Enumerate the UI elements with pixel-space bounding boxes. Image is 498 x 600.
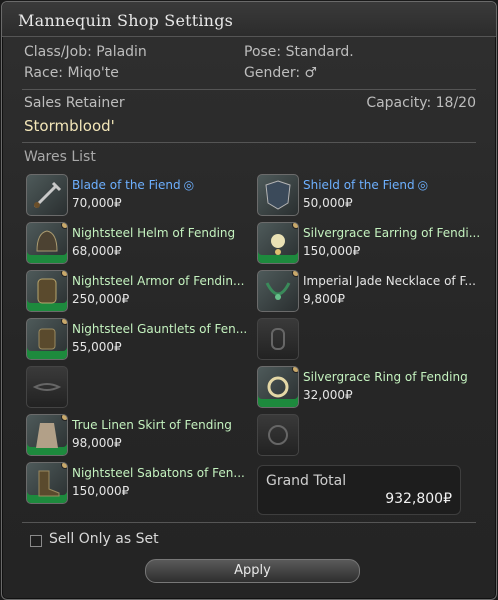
ware-slot[interactable]: Nightsteel Gauntlets of Fen... 55,000₽	[26, 318, 248, 362]
status-dot-icon	[292, 367, 298, 373]
ware-slot[interactable]: True Linen Skirt of Fending 98,000₽	[26, 414, 246, 458]
item-price: 32,000₽	[303, 388, 353, 402]
ring-icon[interactable]	[257, 366, 299, 408]
item-price: 98,000₽	[72, 436, 122, 450]
item-name: Nightsteel Gauntlets of Fen...	[72, 322, 248, 336]
ware-slot[interactable]: Shield of the Fiend ◎ 50,000₽	[257, 174, 477, 218]
wares-list-label: Wares List	[24, 149, 96, 165]
item-name: Silvergrace Earring of Fendi...	[303, 226, 481, 240]
status-dot-icon	[61, 319, 67, 325]
item-name: True Linen Skirt of Fending	[72, 418, 232, 432]
status-dot-icon	[61, 415, 67, 421]
sabatons-icon[interactable]	[26, 462, 68, 504]
armor-icon[interactable]	[26, 270, 68, 312]
item-price: 70,000₽	[72, 196, 122, 210]
mannequin-shop-window: Mannequin Shop Settings Class/Job: Palad…	[1, 1, 497, 600]
window-title: Mannequin Shop Settings	[18, 11, 234, 30]
status-dot-icon	[61, 463, 67, 469]
item-name: Imperial Jade Necklace of F...	[303, 274, 476, 288]
sword-icon[interactable]	[26, 174, 68, 216]
hq-icon: ◎	[183, 178, 195, 192]
item-price: 55,000₽	[72, 340, 122, 354]
gauntlet-icon[interactable]	[26, 318, 68, 360]
apply-button[interactable]: Apply	[145, 559, 360, 583]
item-price: 9,800₽	[303, 292, 345, 306]
hq-icon: ◎	[417, 178, 429, 192]
sales-retainer-label: Sales Retainer	[24, 95, 125, 111]
sell-only-as-set-checkbox[interactable]	[30, 535, 42, 547]
earring-icon[interactable]	[257, 222, 299, 264]
grand-total-box: Grand Total 932,800₽	[257, 465, 461, 515]
sell-only-as-set-label[interactable]: Sell Only as Set	[49, 531, 159, 547]
helm-icon[interactable]	[26, 222, 68, 264]
race-label: Race: Miqo'te	[24, 65, 119, 81]
item-name: Nightsteel Helm of Fending	[72, 226, 236, 240]
retainer-name: Stormblood'	[24, 117, 115, 135]
ware-slot[interactable]	[26, 366, 246, 410]
item-price: 150,000₽	[303, 244, 361, 258]
ware-slot[interactable]: Blade of the Fiend ◎ 70,000₽	[26, 174, 246, 218]
item-name: Silvergrace Ring of Fending	[303, 370, 468, 384]
item-price: 68,000₽	[72, 244, 122, 258]
item-price: 50,000₽	[303, 196, 353, 210]
ware-slot[interactable]: Nightsteel Helm of Fending 68,000₽	[26, 222, 246, 266]
item-price: 150,000₽	[72, 484, 130, 498]
capacity-label: Capacity: 18/20	[366, 95, 476, 111]
ware-slot[interactable]: Imperial Jade Necklace of F... 9,800₽	[257, 270, 477, 314]
item-name: Shield of the Fiend ◎	[303, 178, 429, 192]
status-dot-icon	[292, 271, 298, 277]
ware-slot[interactable]: Silvergrace Earring of Fendi... 150,000₽	[257, 222, 481, 266]
divider	[22, 142, 476, 143]
divider	[22, 522, 476, 523]
status-dot-icon	[61, 223, 67, 229]
grand-total-value: 932,800₽	[385, 491, 452, 507]
shield-icon[interactable]	[257, 174, 299, 216]
pose-label: Pose: Standard.	[244, 44, 354, 60]
status-dot-icon	[292, 223, 298, 229]
divider	[22, 89, 476, 90]
item-name: Blade of the Fiend ◎	[72, 178, 195, 192]
belt-slot-icon[interactable]	[26, 366, 68, 408]
item-price: 250,000₽	[72, 292, 130, 306]
skirt-icon[interactable]	[26, 414, 68, 456]
status-dot-icon	[61, 271, 67, 277]
ware-slot[interactable]: Nightsteel Armor of Fendin... 250,000₽	[26, 270, 246, 314]
ware-slot[interactable]	[257, 414, 477, 458]
ring-slot-icon[interactable]	[257, 414, 299, 456]
grand-total-label: Grand Total	[266, 473, 347, 489]
bracelet-slot-icon[interactable]	[257, 318, 299, 360]
item-name: Nightsteel Sabatons of Fen...	[72, 466, 245, 480]
class-job-label: Class/Job: Paladin	[24, 44, 147, 60]
ware-slot[interactable]	[257, 318, 477, 362]
ware-slot[interactable]: Silvergrace Ring of Fending 32,000₽	[257, 366, 477, 410]
necklace-icon[interactable]	[257, 270, 299, 312]
title-bar[interactable]: Mannequin Shop Settings	[2, 2, 496, 37]
ware-slot[interactable]: Nightsteel Sabatons of Fen... 150,000₽	[26, 462, 246, 506]
item-name: Nightsteel Armor of Fendin...	[72, 274, 245, 288]
gender-label: Gender: ♂	[244, 65, 318, 81]
